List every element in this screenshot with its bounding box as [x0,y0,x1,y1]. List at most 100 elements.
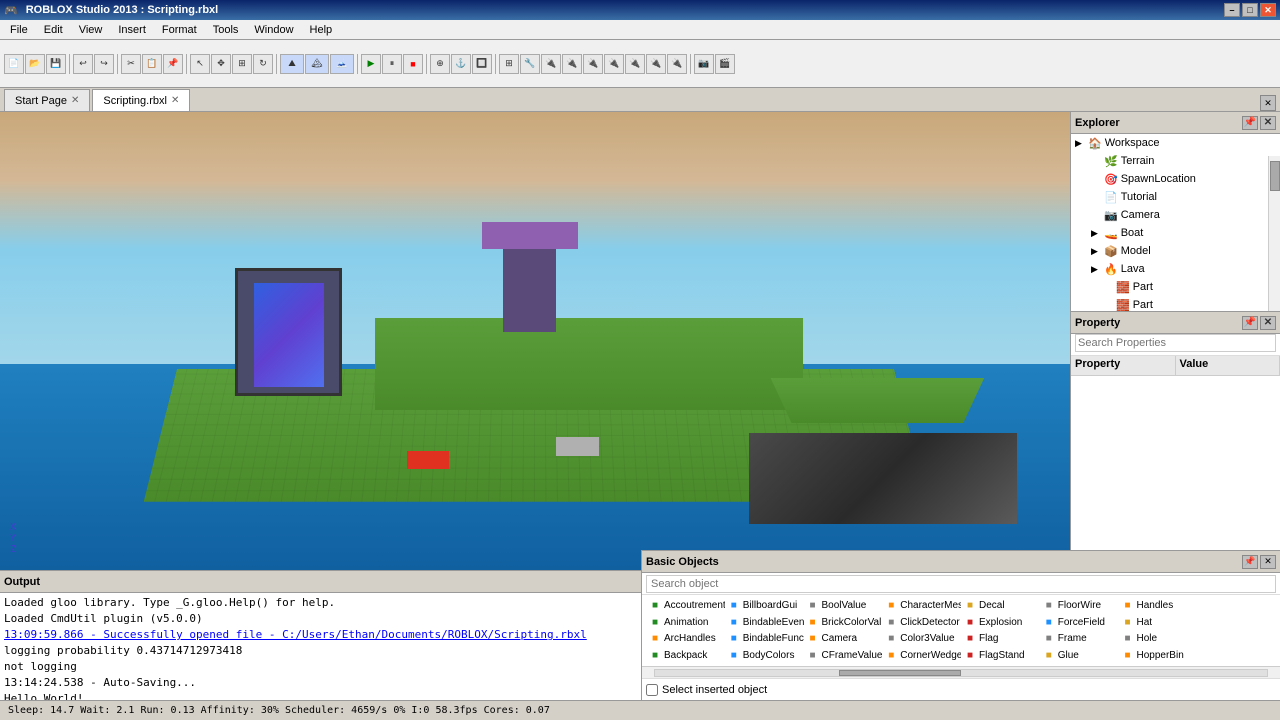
tb-plugin5[interactable]: 🔌 [625,54,645,74]
menu-view[interactable]: View [71,20,111,40]
property-search-input[interactable] [1075,334,1276,352]
tb-rotate[interactable]: ↻ [253,54,273,74]
tb-copy[interactable]: 📋 [142,54,162,74]
basic-objects-close-button[interactable]: ✕ [1260,555,1276,569]
tb-snap[interactable]: 🔧 [520,54,540,74]
obj-decal[interactable]: ■ Decal [961,597,1040,614]
obj-backpack[interactable]: ■ Backpack [646,647,725,664]
property-pin-button[interactable]: 📌 [1242,316,1258,330]
tree-spawnlocation[interactable]: 🎯 SpawnLocation [1071,170,1280,188]
menu-format[interactable]: Format [154,20,205,40]
tb-undo[interactable]: ↩ [73,54,93,74]
obj-boolvalue[interactable]: ■ BoolValue [804,597,883,614]
tree-camera[interactable]: 📷 Camera [1071,206,1280,224]
obj-billboardgui[interactable]: ■ BillboardGui [725,597,804,614]
tree-terrain[interactable]: 🌿 Terrain [1071,152,1280,170]
tb-move[interactable]: ✥ [211,54,231,74]
tree-part-2[interactable]: 🧱 Part [1071,296,1280,311]
hscroll-thumb[interactable] [839,670,961,676]
tb-scale[interactable]: ⊞ [232,54,252,74]
obj-charactermesh[interactable]: ■ CharacterMesh [882,597,961,614]
viewport-close-button[interactable]: ✕ [1260,95,1276,111]
tb-plugin4[interactable]: 🔌 [604,54,624,74]
output-link[interactable]: 13:09:59.866 - Successfully opened file … [4,628,587,641]
menu-insert[interactable]: Insert [110,20,154,40]
tb-plugin7[interactable]: 🔌 [667,54,687,74]
tb-grid[interactable]: ⊞ [499,54,519,74]
obj-forcefield[interactable]: ■ ForceField [1040,614,1119,631]
tb-paste[interactable]: 📌 [163,54,183,74]
tb-stop[interactable]: ■ [403,54,423,74]
tab-start-close[interactable]: ✕ [71,95,79,106]
obj-color3value[interactable]: ■ Color3Value [882,631,961,648]
menu-file[interactable]: File [2,20,36,40]
basic-objects-search-input[interactable] [646,575,1276,593]
tree-model[interactable]: ▶ 📦 Model [1071,242,1280,260]
tb-new[interactable]: 📄 [4,54,24,74]
obj-accoutrement[interactable]: ■ Accoutrement [646,597,725,614]
tb-play[interactable]: ▶ [361,54,381,74]
tb-collide[interactable]: 🔲 [472,54,492,74]
obj-explosion[interactable]: ■ Explosion [961,614,1040,631]
tb-redo[interactable]: ↪ [94,54,114,74]
obj-hat[interactable]: ■ Hat [1119,614,1198,631]
tab-scripting-close[interactable]: ✕ [171,95,179,106]
menu-help[interactable]: Help [302,20,341,40]
maximize-button[interactable]: □ [1242,3,1258,17]
tree-tutorial[interactable]: 📄 Tutorial [1071,188,1280,206]
minimize-button[interactable]: – [1224,3,1240,17]
tb-plugin6[interactable]: 🔌 [646,54,666,74]
property-close-button[interactable]: ✕ [1260,316,1276,330]
obj-brickcolorvalue[interactable]: ■ BrickColorValue [804,614,883,631]
obj-frame[interactable]: ■ Frame [1040,631,1119,648]
obj-archandles[interactable]: ■ ArcHandles [646,631,725,648]
obj-camera2[interactable]: ■ Camera [804,631,883,648]
tb-cut[interactable]: ✂ [121,54,141,74]
tb-plugin1[interactable]: 🔌 [541,54,561,74]
menu-edit[interactable]: Edit [36,20,71,40]
menu-tools[interactable]: Tools [205,20,247,40]
obj-hole[interactable]: ■ Hole [1119,631,1198,648]
hscroll-track[interactable] [654,669,1268,677]
tb-save[interactable]: 💾 [46,54,66,74]
explorer-scrollbar[interactable] [1268,156,1280,311]
obj-cframevalue[interactable]: ■ CFrameValue [804,647,883,664]
basic-objects-hscroll[interactable] [642,666,1280,678]
tb-open[interactable]: 📂 [25,54,45,74]
obj-floorwire[interactable]: ■ FloorWire [1040,597,1119,614]
tb-camera[interactable]: 📷 [694,54,714,74]
select-inserted-checkbox[interactable] [646,684,658,696]
tree-boat[interactable]: ▶ 🚤 Boat [1071,224,1280,242]
obj-bindablefunction[interactable]: ■ BindableFunction [725,631,804,648]
obj-flagstand[interactable]: ■ FlagStand [961,647,1040,664]
obj-clickdetector[interactable]: ■ ClickDetector [882,614,961,631]
menu-window[interactable]: Window [246,20,301,40]
explorer-pin-button[interactable]: 📌 [1242,116,1258,130]
obj-bodycolors[interactable]: ■ BodyColors [725,647,804,664]
explorer-close-button[interactable]: ✕ [1260,116,1276,130]
tb-anchor[interactable]: ⚓ [451,54,471,74]
tb-select[interactable]: ↖ [190,54,210,74]
3d-viewport[interactable]: X Y Z [0,112,1070,570]
obj-handles[interactable]: ■ Handles [1119,597,1198,614]
tb-terrain[interactable]: ⛰ [280,54,304,74]
tab-scripting[interactable]: Scripting.rbxl ✕ [92,89,190,111]
tb-plugin2[interactable]: 🔌 [562,54,582,74]
tree-part-1[interactable]: 🧱 Part [1071,278,1280,296]
close-button[interactable]: ✕ [1260,3,1276,17]
tb-pause[interactable]: ⏸ [382,54,402,74]
obj-animation[interactable]: ■ Animation [646,614,725,631]
tree-workspace[interactable]: ▶ 🏠 Workspace [1071,134,1280,152]
explorer-scrollbar-thumb[interactable] [1270,161,1280,191]
basic-objects-pin-button[interactable]: 📌 [1242,555,1258,569]
tb-record[interactable]: 🎬 [715,54,735,74]
tb-terrain3[interactable]: 🗻 [330,54,354,74]
tb-terrain2[interactable]: 🏔 [305,54,329,74]
obj-cornerwedgepart[interactable]: ■ CornerWedgePart [882,647,961,664]
tb-join[interactable]: ⊕ [430,54,450,74]
obj-bindableevent[interactable]: ■ BindableEvent [725,614,804,631]
obj-hopperbin[interactable]: ■ HopperBin [1119,647,1198,664]
tree-lava[interactable]: ▶ 🔥 Lava [1071,260,1280,278]
obj-flag[interactable]: ■ Flag [961,631,1040,648]
tb-plugin3[interactable]: 🔌 [583,54,603,74]
